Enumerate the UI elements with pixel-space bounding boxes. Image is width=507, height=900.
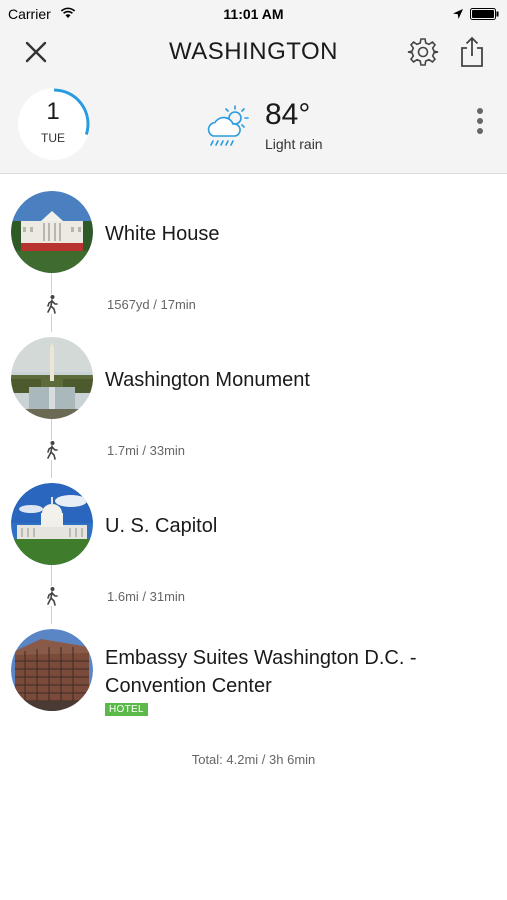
share-icon[interactable] [458, 36, 486, 68]
status-bar: Carrier 11:01 AM [0, 0, 507, 28]
stop-item-white-house[interactable]: White House [0, 175, 507, 273]
walking-icon [44, 586, 60, 606]
stop-item-us-capitol[interactable]: U. S. Capitol [0, 467, 507, 565]
walking-icon [44, 294, 60, 314]
settings-gear-icon[interactable] [407, 36, 439, 68]
stop-name: White House [105, 223, 220, 245]
cloud-sun-rain-icon [207, 105, 249, 146]
stop-name: Washington Monument [105, 369, 310, 391]
weather-temperature: 84° [265, 98, 311, 131]
stop-name: Embassy Suites Washington D.C. - Convent… [105, 647, 417, 697]
stop-item-embassy-suites[interactable]: Embassy Suites Washington D.C. - Convent… [0, 613, 507, 723]
day-selector[interactable]: 1 TUE [18, 88, 90, 160]
hotel-photo [11, 629, 93, 711]
nav-header: WASHINGTON [0, 28, 507, 76]
status-time: 11:01 AM [223, 6, 284, 22]
day-weekday: TUE [41, 131, 65, 145]
leg-distance-time: 1567yd / 17min [107, 297, 196, 312]
washington-monument-photo [11, 337, 93, 419]
stop-name: U. S. Capitol [105, 515, 218, 537]
hotel-badge: HOTEL [105, 703, 148, 716]
more-options-icon[interactable] [470, 106, 490, 146]
battery-icon [470, 8, 499, 20]
walking-icon [44, 440, 60, 460]
white-house-photo [11, 191, 93, 273]
route-total: Total: 4.2mi / 3h 6min [191, 752, 316, 767]
day-number: 1 [46, 98, 60, 125]
us-capitol-photo [11, 483, 93, 565]
stop-item-washington-monument[interactable]: Washington Monument [0, 321, 507, 419]
day-weather-row: 1 TUE 84° Light rain [0, 76, 507, 174]
leg-distance-time: 1.6mi / 31min [107, 589, 186, 604]
location-arrow-icon [453, 9, 463, 19]
weather-condition: Light rain [265, 136, 323, 152]
leg-distance-time: 1.7mi / 33min [107, 443, 186, 458]
